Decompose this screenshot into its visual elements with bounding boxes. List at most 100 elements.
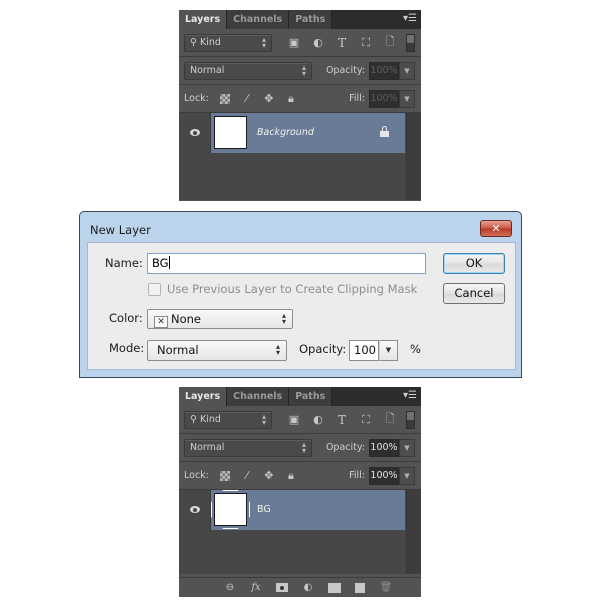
clipping-mask-label: Use Previous Layer to Create Clipping Ma… xyxy=(167,282,418,296)
kind-label: Kind xyxy=(199,37,221,48)
shape-filter-icon[interactable]: ⛶ xyxy=(354,34,378,52)
lock-all-icon[interactable]: 🔒︎ xyxy=(281,90,301,108)
layer-thumbnail xyxy=(214,116,247,149)
filter-toggle[interactable] xyxy=(406,34,415,52)
opacity-label: Opacity: xyxy=(325,442,365,453)
clipping-mask-checkbox[interactable] xyxy=(148,283,161,296)
name-label: Name: xyxy=(105,256,143,270)
opacity-label: Opacity: xyxy=(299,342,347,356)
shape-filter-icon[interactable]: ⛶ xyxy=(354,411,378,429)
name-value: BG xyxy=(152,256,169,270)
dialog-body: Name: BG OK Cancel Use Previous Layer to… xyxy=(87,242,516,370)
spinner-arrows-icon: ▴ ▾ xyxy=(301,62,306,78)
mode-value: Normal xyxy=(157,343,199,357)
blend-mode-select[interactable]: Normal ▴ ▾ xyxy=(184,438,312,457)
new-group-icon[interactable] xyxy=(327,582,341,594)
fill-label: Fill: xyxy=(349,470,365,481)
lock-position-move-icon[interactable]: ✥ xyxy=(259,90,279,108)
fill-dropdown-button[interactable]: ▼ xyxy=(399,89,415,108)
lock-row: Lock: ⁄ ✥ 🔒︎ Fill: 100% ▼ xyxy=(179,462,421,490)
blend-mode-value: Normal xyxy=(190,65,225,76)
lock-row: Lock: ⁄ ✥ 🔒︎ Fill: 100% ▼ xyxy=(179,85,421,113)
opacity-dropdown-button[interactable]: ▼ xyxy=(399,438,415,457)
image-filter-icon[interactable]: ▣ xyxy=(282,34,306,52)
lock-label: Lock: xyxy=(184,93,209,104)
visibility-toggle[interactable] xyxy=(179,489,211,530)
eye-icon xyxy=(189,129,200,136)
lock-pixels-brush-icon[interactable]: ⁄ xyxy=(237,467,257,485)
color-value: None xyxy=(171,312,202,326)
fill-input[interactable]: 100% xyxy=(369,89,399,108)
layers-panel-after: Layers Channels Paths ▾☰ ⚲ Kind ▴ ▾ ▣ ◐ T… xyxy=(179,387,421,597)
lock-transparency-icon[interactable] xyxy=(215,90,235,108)
fill-input[interactable]: 100% xyxy=(369,466,399,485)
close-button[interactable]: ✕ xyxy=(480,220,512,237)
tab-paths[interactable]: Paths xyxy=(289,387,333,406)
tab-layers[interactable]: Layers xyxy=(179,387,228,406)
layers-scrollbar[interactable] xyxy=(406,113,421,200)
filter-toggle[interactable] xyxy=(406,411,415,429)
smart-object-filter-icon[interactable]: 🗋 xyxy=(378,411,402,429)
lock-position-move-icon[interactable]: ✥ xyxy=(259,467,279,485)
tab-paths[interactable]: Paths xyxy=(289,10,333,29)
fx-icon[interactable]: fx xyxy=(249,582,263,594)
spinner-arrows-icon: ▴ ▾ xyxy=(261,411,266,427)
lock-all-icon[interactable]: 🔒︎ xyxy=(281,467,301,485)
tab-layers[interactable]: Layers xyxy=(179,10,228,29)
panel-menu-icon[interactable]: ▾☰ xyxy=(401,390,417,402)
blend-row: Normal ▴ ▾ Opacity: 100% ▼ xyxy=(179,434,421,462)
new-layer-icon[interactable] xyxy=(353,582,367,594)
name-input[interactable]: BG xyxy=(147,253,426,274)
filter-row: ⚲ Kind ▴ ▾ ▣ ◐ T ⛶ 🗋 xyxy=(179,406,421,434)
lock-pixels-brush-icon[interactable]: ⁄ xyxy=(237,90,257,108)
cancel-button[interactable]: Cancel xyxy=(443,283,505,304)
layer-row-bg[interactable]: BG xyxy=(179,489,405,530)
blend-mode-select[interactable]: Normal ▴ ▾ xyxy=(184,61,312,80)
blend-mode-value: Normal xyxy=(190,442,225,453)
adjustment-filter-icon[interactable]: ◐ xyxy=(306,34,330,52)
layer-row-background[interactable]: Background xyxy=(179,112,405,153)
visibility-toggle[interactable] xyxy=(179,112,211,153)
blend-row: Normal ▴ ▾ Opacity: 100% ▼ xyxy=(179,57,421,85)
delete-layer-icon[interactable]: 🗑︎ xyxy=(379,582,393,594)
opacity-input[interactable]: 100 xyxy=(349,340,379,361)
text-caret xyxy=(168,256,170,269)
type-filter-icon[interactable]: T xyxy=(330,411,354,429)
mode-select[interactable]: Normal ▴ ▾ xyxy=(147,340,287,361)
opacity-dropdown-button[interactable]: ▼ xyxy=(399,61,415,80)
spinner-arrows-icon: ▴ ▾ xyxy=(261,34,266,50)
layers-panel-before: Layers Channels Paths ▾☰ ⚲ Kind ▴ ▾ ▣ ◐ T… xyxy=(179,10,421,201)
tab-channels[interactable]: Channels xyxy=(227,387,290,406)
opacity-input[interactable]: 100% xyxy=(369,61,399,80)
fill-dropdown-button[interactable]: ▼ xyxy=(399,466,415,485)
new-layer-dialog: New Layer ✕ Name: BG OK Cancel Use Previ… xyxy=(79,211,522,378)
panel-tabbar: Layers Channels Paths ▾☰ xyxy=(179,387,421,406)
smart-object-filter-icon[interactable]: 🗋 xyxy=(378,34,402,52)
dialog-title: New Layer xyxy=(90,223,151,237)
adjustment-layer-icon[interactable]: ◐ xyxy=(301,582,315,594)
image-filter-icon[interactable]: ▣ xyxy=(282,411,306,429)
kind-filter-select[interactable]: ⚲ Kind ▴ ▾ xyxy=(184,410,272,429)
no-color-swatch-icon: ✕ xyxy=(154,316,168,328)
panel-menu-icon[interactable]: ▾☰ xyxy=(401,13,417,25)
kind-filter-select[interactable]: ⚲ Kind ▴ ▾ xyxy=(184,33,272,52)
link-layers-icon[interactable]: ⊖ xyxy=(223,582,237,594)
panel-footer: ⊖ fx ◐ 🗑︎ xyxy=(179,577,421,597)
eye-icon xyxy=(189,506,200,513)
adjustment-filter-icon[interactable]: ◐ xyxy=(306,411,330,429)
opacity-input[interactable]: 100% xyxy=(369,438,399,457)
color-label: Color: xyxy=(109,311,143,325)
add-mask-icon[interactable] xyxy=(275,582,289,594)
opacity-dropdown-button[interactable]: ▼ xyxy=(379,340,398,361)
tab-channels[interactable]: Channels xyxy=(227,10,290,29)
layers-list: BG xyxy=(179,489,421,574)
type-filter-icon[interactable]: T xyxy=(330,34,354,52)
lock-transparency-icon[interactable] xyxy=(215,467,235,485)
opacity-label: Opacity: xyxy=(325,65,365,76)
layers-scrollbar[interactable] xyxy=(406,490,421,574)
color-select[interactable]: ✕ None ▴ ▾ xyxy=(147,309,293,329)
layer-name: Background xyxy=(257,127,314,138)
spinner-arrows-icon: ▴ ▾ xyxy=(281,311,286,326)
ok-button[interactable]: OK xyxy=(443,253,505,274)
search-icon: ⚲ xyxy=(190,37,197,48)
